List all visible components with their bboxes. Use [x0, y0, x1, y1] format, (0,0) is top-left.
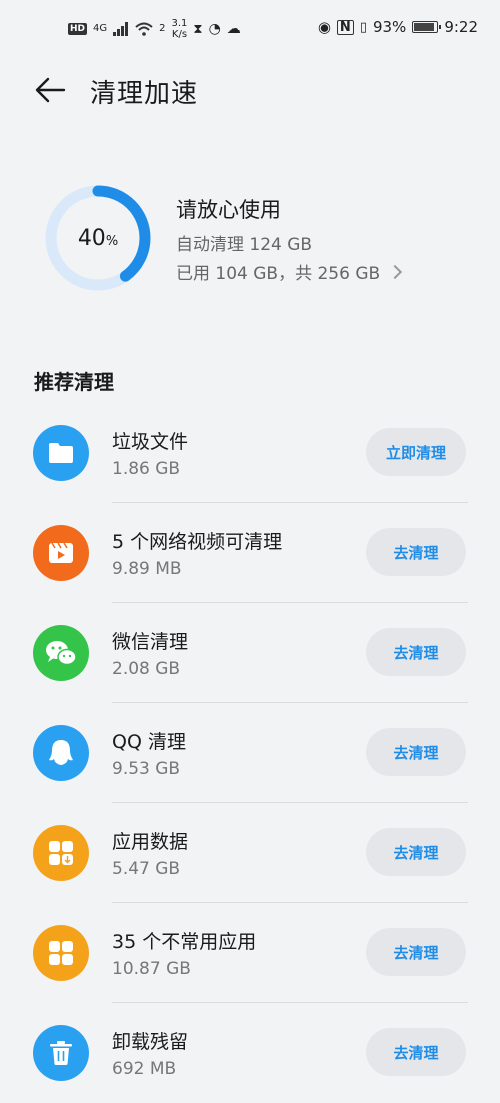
item-size: 9.53 GB [112, 759, 181, 779]
header: 清理加速 [0, 62, 500, 118]
item-name: 35 个不常用应用 [112, 931, 257, 953]
item-size: 10.87 GB [112, 959, 191, 979]
go-clean-button[interactable]: 去清理 [366, 928, 466, 976]
vibrate-icon: ▯ [359, 19, 367, 35]
hourglass-icon: ⧗ [193, 21, 203, 37]
section-title: 推荐清理 [34, 370, 114, 394]
item-name: 应用数据 [112, 831, 189, 853]
apps-icon [49, 941, 73, 965]
list-item[interactable]: 卸载残留 692 MB 去清理 [0, 1003, 500, 1103]
wifi-badge: 2 [159, 23, 166, 34]
item-size: 692 MB [112, 1059, 177, 1079]
item-icon-badge [33, 1025, 89, 1081]
list-item[interactable]: 应用数据 5.47 GB 去清理 [0, 803, 500, 903]
eye-icon: ◉ [317, 18, 331, 36]
network-speed: 3.1 K/s [172, 18, 188, 40]
video-icon [49, 542, 73, 563]
app-data-icon [49, 841, 73, 865]
item-name: QQ 清理 [112, 731, 186, 753]
status-left: HD 4G 2 3.1 K/s ⧗ ◔ ☁ [68, 18, 241, 40]
network-type: 4G [93, 23, 108, 34]
signal-icon [113, 22, 129, 36]
cleanup-list: 垃圾文件 1.86 GB 立即清理 5 个网络视频可清理 9.89 MB 去清理 [0, 403, 500, 1103]
speed-unit: K/s [171, 29, 188, 40]
qq-icon [49, 740, 73, 765]
nfc-icon: N [336, 19, 354, 35]
go-clean-button[interactable]: 去清理 [366, 728, 466, 776]
item-size: 9.89 MB [112, 559, 182, 579]
battery-icon [412, 21, 442, 33]
battery-fill [414, 23, 434, 31]
vpn-icon: ◔ [208, 21, 221, 37]
percent-sign: % [105, 233, 119, 249]
list-item[interactable]: QQ 清理 9.53 GB 去清理 [0, 703, 500, 803]
clean-now-button[interactable]: 立即清理 [366, 428, 466, 476]
item-icon-badge [33, 525, 89, 581]
item-icon-badge [33, 925, 89, 981]
item-icon-badge [33, 425, 89, 481]
percent-number: 40 [77, 225, 106, 251]
weather-icon: ☁ [226, 21, 241, 37]
go-clean-button[interactable]: 去清理 [366, 528, 466, 576]
item-name: 微信清理 [112, 631, 189, 653]
storage-usage-link[interactable]: 已用 104 GB，共 256 GB [176, 259, 403, 284]
list-item[interactable]: 5 个网络视频可清理 9.89 MB 去清理 [0, 503, 500, 603]
folder-icon [49, 443, 73, 463]
item-icon-badge [33, 825, 89, 881]
item-icon-badge [33, 725, 89, 781]
auto-clean-text: 自动清理 124 GB [176, 235, 313, 255]
speed-value: 3.1 [171, 18, 188, 29]
back-arrow-icon [35, 77, 66, 103]
trash-icon [50, 1041, 72, 1065]
list-item[interactable]: 微信清理 2.08 GB 去清理 [0, 603, 500, 703]
wifi-icon [135, 22, 153, 36]
go-clean-button[interactable]: 去清理 [366, 628, 466, 676]
status-bar: HD 4G 2 3.1 K/s ⧗ ◔ ☁ ◉ N ▯ 93% 9:22 [0, 0, 500, 62]
storage-percent: 40 % [42, 182, 154, 294]
item-size: 2.08 GB [112, 659, 181, 679]
item-icon-badge [33, 625, 89, 681]
hd-badge: HD [68, 23, 88, 35]
item-name: 垃圾文件 [112, 431, 189, 453]
clock: 9:22 [444, 18, 478, 36]
list-item[interactable]: 35 个不常用应用 10.87 GB 去清理 [0, 903, 500, 1003]
back-button[interactable] [30, 72, 70, 108]
item-size: 5.47 GB [112, 859, 181, 879]
battery-percent: 93% [372, 18, 407, 36]
chevron-right-icon [388, 264, 403, 279]
status-right: ◉ N ▯ 93% 9:22 [318, 18, 478, 36]
page-title: 清理加速 [90, 79, 199, 109]
go-clean-button[interactable]: 去清理 [366, 828, 466, 876]
storage-usage-text: 已用 104 GB，共 256 GB [176, 264, 381, 284]
item-name: 5 个网络视频可清理 [112, 531, 283, 553]
item-size: 1.86 GB [112, 459, 181, 479]
item-name: 卸载残留 [112, 1031, 189, 1053]
storage-status-title: 请放心使用 [176, 198, 281, 222]
list-item[interactable]: 垃圾文件 1.86 GB 立即清理 [0, 403, 500, 503]
go-clean-button[interactable]: 去清理 [366, 1028, 466, 1076]
wechat-icon [46, 641, 77, 666]
